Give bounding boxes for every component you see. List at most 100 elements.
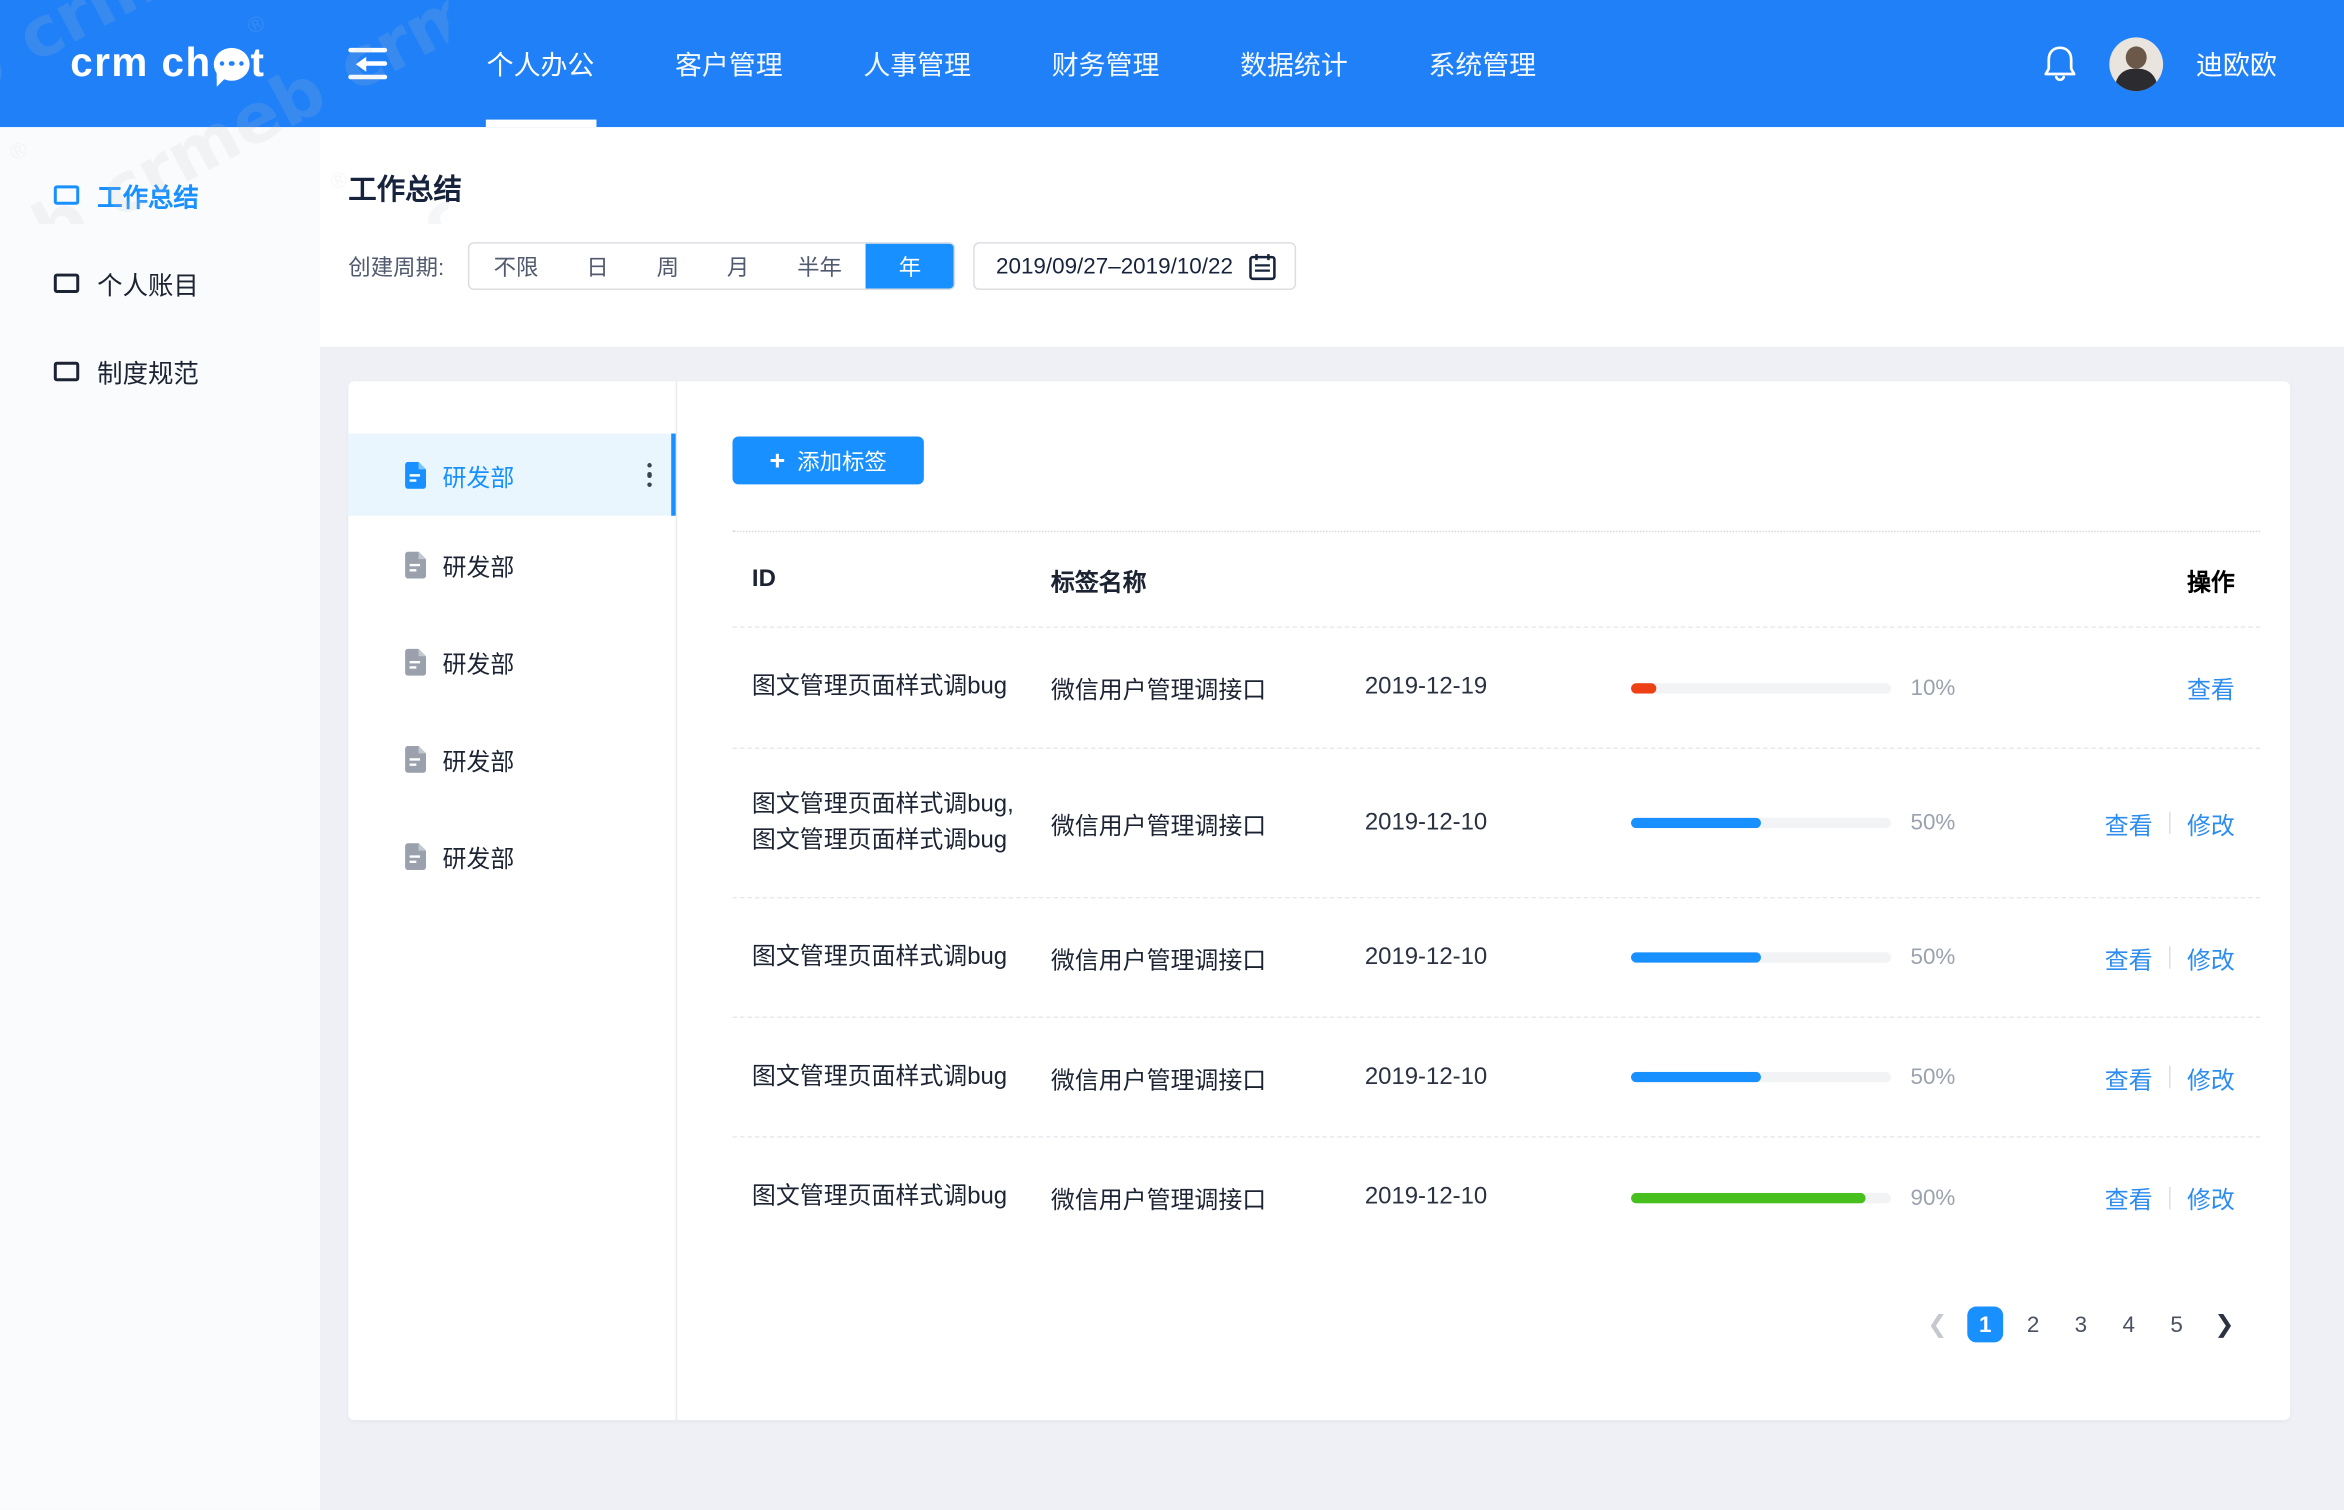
pagination-page-2[interactable]: 2 (2015, 1307, 2051, 1343)
sidebar-item-rules[interactable]: 制度规范 (0, 327, 320, 415)
nav-item-hr-mgmt[interactable]: 人事管理 (823, 0, 1011, 127)
nav-item-finance-mgmt[interactable]: 财务管理 (1011, 0, 1199, 127)
department-item[interactable]: 研发部 (348, 710, 675, 807)
view-link[interactable]: 查看 (2105, 1059, 2153, 1095)
nav-item-system-mgmt[interactable]: 系统管理 (1388, 0, 1576, 127)
edit-link[interactable]: 修改 (2187, 940, 2235, 976)
department-name: 研发部 (442, 546, 514, 582)
progress-percent: 90% (1910, 1185, 1955, 1210)
pagination-page-5[interactable]: 5 (2159, 1307, 2195, 1343)
department-name: 研发部 (442, 644, 514, 680)
logo-text-pre: crm ch (70, 40, 211, 86)
period-option-week[interactable]: 周 (633, 244, 703, 289)
period-option-unlimited[interactable]: 不限 (470, 244, 563, 289)
date-range-input[interactable]: 2019/09/27–2019/10/22 (974, 242, 1296, 290)
progress-percent: 10% (1910, 675, 1955, 700)
edit-link[interactable]: 修改 (2187, 1059, 2235, 1095)
cell-date: 2019-12-10 (1365, 1184, 1631, 1211)
app-window: crmeb ® crm ch t 个人办公 客户管理 人事管理 财务管理 数据统… (0, 0, 2344, 1510)
view-link[interactable]: 查看 (2105, 805, 2153, 841)
logo-text-post: t (250, 40, 265, 86)
action-divider (2169, 1186, 2170, 1208)
col-header-action: 操作 (1981, 561, 2261, 597)
more-actions-icon[interactable] (641, 456, 658, 493)
progress-fill (1631, 1072, 1761, 1082)
cell-id: 图文管理页面样式调bug (733, 670, 1051, 706)
period-option-halfyear[interactable]: 半年 (773, 244, 866, 289)
document-icon (404, 842, 426, 869)
progress-track (1631, 1192, 1891, 1202)
edit-link[interactable]: 修改 (2187, 1179, 2235, 1215)
department-item[interactable]: 研发部 (348, 807, 675, 904)
page-title: 工作总结 (348, 167, 2344, 207)
cell-id: 图文管理页面样式调bug,图文管理页面样式调bug (733, 787, 1051, 859)
cell-tag-name: 微信用户管理调接口 (1051, 1059, 1365, 1095)
window-outline-icon (54, 274, 79, 293)
view-link[interactable]: 查看 (2105, 1179, 2153, 1215)
tags-table: ID 标签名称 操作 图文管理页面样式调bug 微信用户管理调接口 2019-1… (733, 531, 2261, 1258)
edit-link[interactable]: 修改 (2187, 805, 2235, 841)
calendar-icon (1248, 252, 1276, 280)
nav-item-customer-mgmt[interactable]: 客户管理 (635, 0, 823, 127)
progress-percent: 50% (1910, 1064, 1955, 1089)
cell-date: 2019-12-10 (1365, 1064, 1631, 1091)
cell-tag-name: 微信用户管理调接口 (1051, 805, 1365, 841)
cell-id: 图文管理页面样式调bug (733, 940, 1051, 976)
date-range-value: 2019/09/27–2019/10/22 (996, 253, 1233, 278)
menu-collapse-icon[interactable] (348, 47, 387, 80)
table-row: 图文管理页面样式调bug,图文管理页面样式调bug 微信用户管理调接口 2019… (733, 749, 2261, 898)
document-icon (404, 745, 426, 772)
period-option-month[interactable]: 月 (703, 244, 773, 289)
document-icon (404, 648, 426, 675)
cell-date: 2019-12-10 (1365, 809, 1631, 836)
cell-progress: 50% (1631, 1064, 1981, 1089)
pagination-next-icon[interactable]: ❯ (2206, 1307, 2242, 1343)
department-item[interactable]: 研发部 (348, 516, 675, 613)
table-header-row: ID 标签名称 操作 (733, 532, 2261, 628)
progress-fill (1631, 682, 1657, 692)
department-list-panel: 研发部 研发部 (348, 381, 677, 1420)
progress-fill (1631, 1192, 1865, 1202)
progress-percent: 50% (1910, 945, 1955, 970)
department-item-selected[interactable]: 研发部 (348, 434, 675, 516)
progress-fill (1631, 952, 1761, 962)
sidebar-item-personal-accounts[interactable]: 个人账目 (0, 239, 320, 327)
period-option-year[interactable]: 年 (866, 244, 954, 289)
top-header-bar: crmeb ® crm ch t 个人办公 客户管理 人事管理 财务管理 数据统… (0, 0, 2344, 127)
cell-id: 图文管理页面样式调bug (733, 1059, 1051, 1095)
department-item[interactable]: 研发部 (348, 613, 675, 710)
cell-progress: 50% (1631, 945, 1981, 970)
nav-item-personal-office[interactable]: 个人办公 (446, 0, 634, 127)
cell-progress: 90% (1631, 1185, 1981, 1210)
progress-track (1631, 682, 1891, 692)
add-tag-button[interactable]: + 添加标签 (733, 437, 924, 485)
pagination-page-3[interactable]: 3 (2063, 1307, 2099, 1343)
page-header-section: 工作总结 创建周期: 不限 日 周 月 半年 年 2019/09/27–2019… (320, 127, 2344, 347)
pagination-page-1[interactable]: 1 (1967, 1307, 2003, 1343)
plus-icon: + (769, 447, 785, 474)
view-link[interactable]: 查看 (2187, 670, 2235, 706)
progress-fill (1631, 818, 1761, 828)
user-name[interactable]: 迪欧欧 (2196, 44, 2277, 83)
department-name: 研发部 (442, 838, 514, 874)
main-content: 工作总结 创建周期: 不限 日 周 月 半年 年 2019/09/27–2019… (320, 127, 2344, 1510)
user-avatar[interactable] (2109, 37, 2163, 91)
window-outline-icon (54, 185, 79, 204)
pagination-page-4[interactable]: 4 (2111, 1307, 2147, 1343)
view-link[interactable]: 查看 (2105, 940, 2153, 976)
sidebar-item-work-summary[interactable]: 工作总结 (0, 151, 320, 239)
nav-item-data-stats[interactable]: 数据统计 (1200, 0, 1388, 127)
progress-percent: 50% (1910, 810, 1955, 835)
notification-bell-icon[interactable] (2044, 44, 2077, 83)
document-icon (404, 551, 426, 578)
table-row: 图文管理页面样式调bug 微信用户管理调接口 2019-12-10 90% 查看… (733, 1138, 2261, 1258)
cell-date: 2019-12-19 (1365, 674, 1631, 701)
filter-row: 创建周期: 不限 日 周 月 半年 年 2019/09/27–2019/10/2… (348, 242, 2344, 290)
period-option-day[interactable]: 日 (562, 244, 632, 289)
pagination-prev-icon[interactable]: ❮ (1919, 1307, 1955, 1343)
department-name: 研发部 (442, 741, 514, 777)
chat-bubble-icon (213, 47, 249, 80)
progress-track (1631, 1072, 1891, 1082)
app-logo: crm ch t (70, 40, 265, 86)
top-nav: 个人办公 客户管理 人事管理 财务管理 数据统计 系统管理 (446, 0, 1576, 127)
